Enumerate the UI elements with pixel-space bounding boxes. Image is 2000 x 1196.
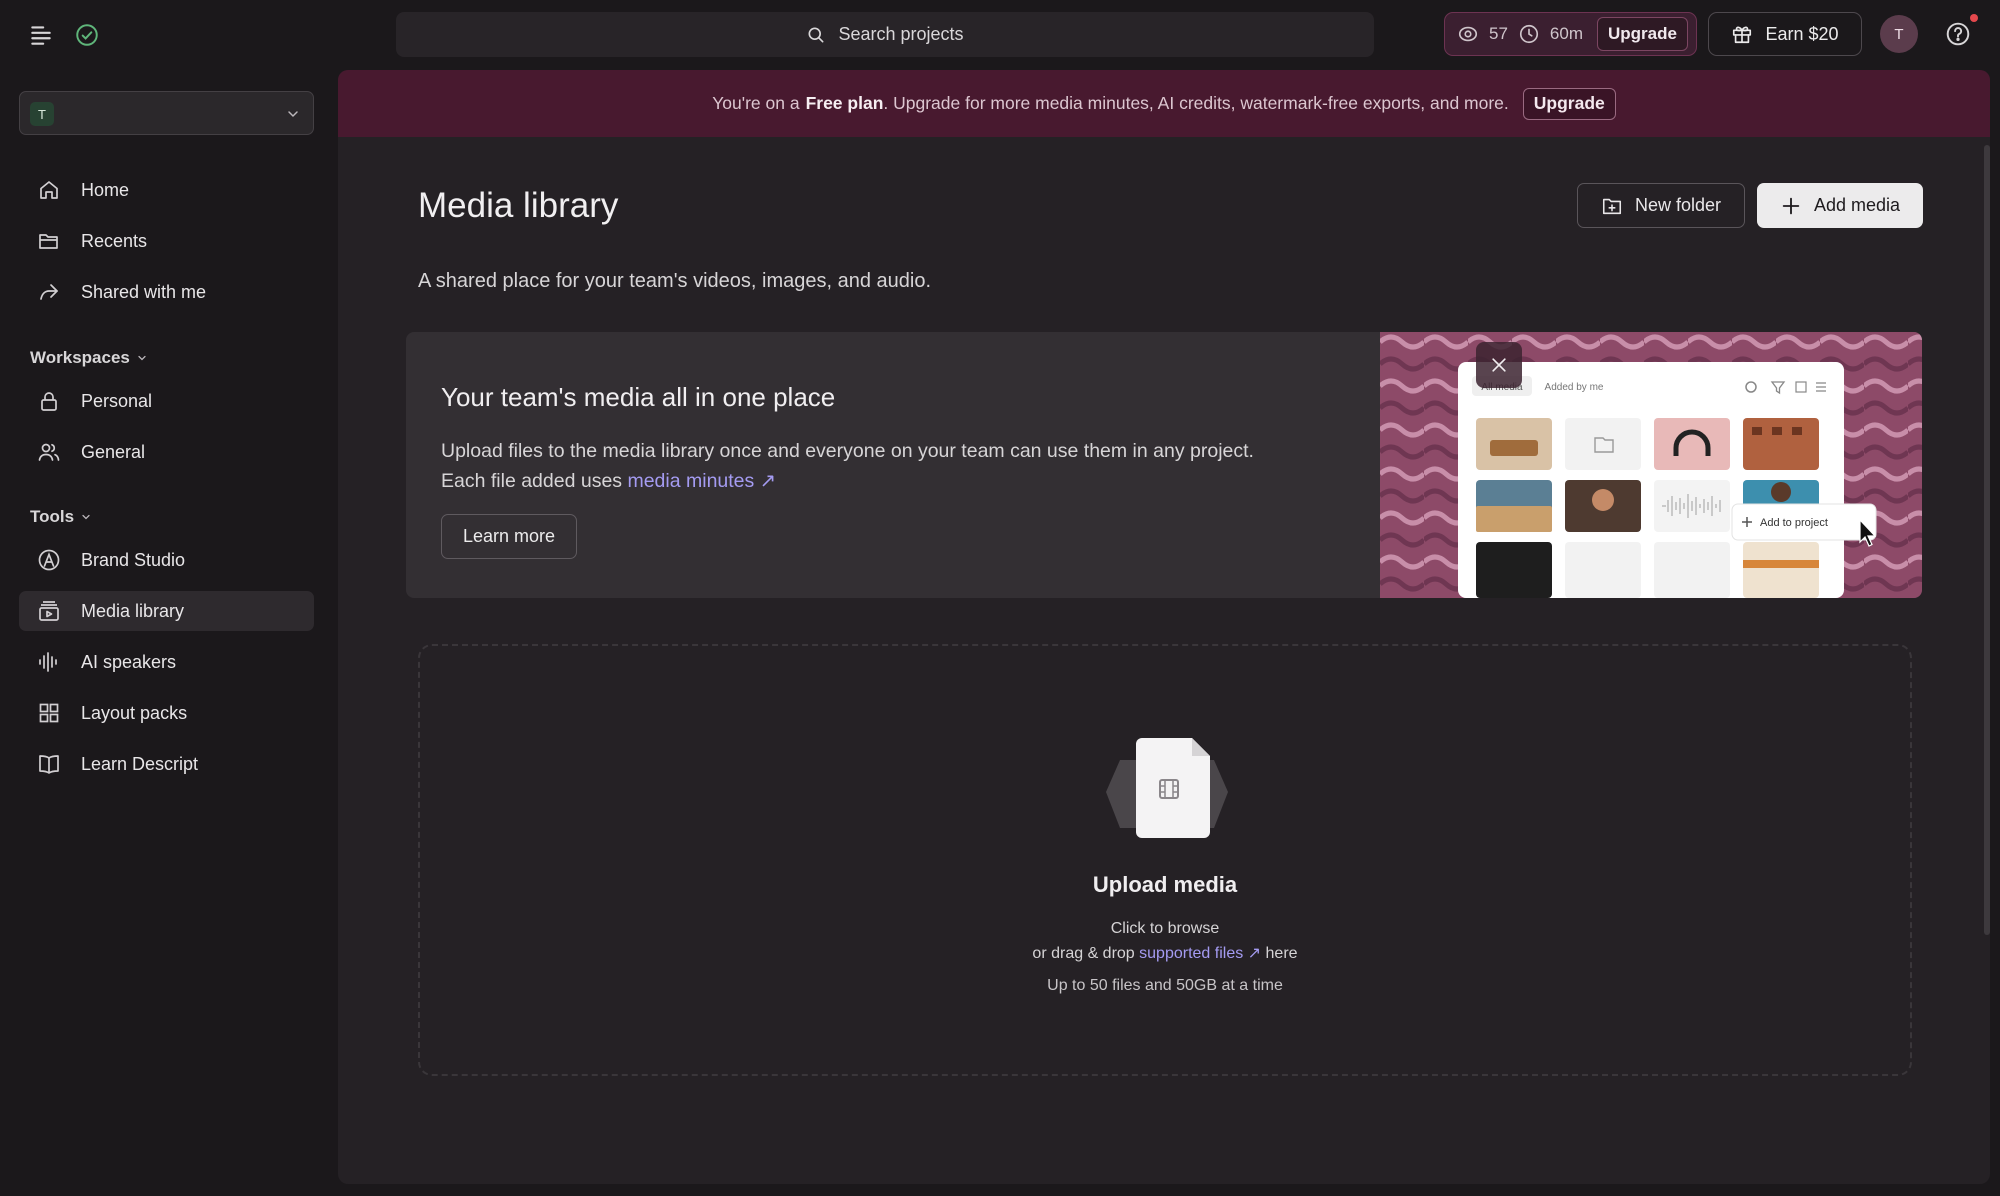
- banner-plan: Free plan: [805, 93, 884, 113]
- preview-tab-mine: Added by me: [1545, 382, 1604, 393]
- chevron-down-icon: [82, 514, 90, 520]
- avatar[interactable]: T: [1880, 15, 1918, 53]
- promo-title: Your team's media all in one place: [441, 382, 836, 412]
- sidebar-item-label: Home: [81, 179, 130, 200]
- gift-icon: [1733, 26, 1752, 44]
- share-arrow-icon: [40, 284, 58, 300]
- search-placeholder: Search projects: [838, 24, 964, 44]
- workspace-badge: T: [30, 102, 54, 126]
- menu-icon[interactable]: [28, 22, 54, 48]
- grid-icon: [39, 703, 59, 723]
- sidebar-item-label: Brand Studio: [81, 549, 186, 570]
- sidebar-item-label: Learn Descript: [81, 753, 199, 774]
- sidebar-item-learn-descript[interactable]: Learn Descript: [19, 744, 314, 784]
- earn-label: Earn $20: [1765, 23, 1839, 44]
- workspace-selector[interactable]: T: [19, 91, 314, 135]
- file-upload-icon: [1106, 738, 1228, 838]
- workspaces-label: Workspaces: [30, 348, 130, 367]
- promo-body-line1: Upload files to the media library once a…: [441, 440, 1254, 462]
- top-bar: Search projects 57 60m Upgrade Earn $20 …: [0, 0, 2000, 68]
- supported-files-link[interactable]: supported files ↗: [1139, 945, 1261, 962]
- brand-studio-icon: [38, 549, 60, 571]
- promo-body-line2: Each file added uses media minutes ↗: [441, 466, 1341, 496]
- main-panel: You're on a Free plan . Upgrade for more…: [338, 70, 1990, 1184]
- promo-illustration: All media Added by me: [1380, 332, 1922, 598]
- page-subtitle: A shared place for your team's videos, i…: [418, 270, 931, 292]
- sidebar-item-personal[interactable]: Personal: [19, 381, 314, 421]
- chevron-down-icon: [288, 111, 298, 118]
- waveform-icon: [39, 652, 57, 672]
- sidebar-item-brand-studio[interactable]: Brand Studio: [19, 540, 314, 580]
- add-media-label: Add media: [1813, 195, 1901, 215]
- scrollbar[interactable]: [1984, 145, 1990, 935]
- promo-card: Your team's media all in one place Uploa…: [406, 332, 1922, 598]
- upload-limit-text: Up to 50 files and 50GB at a time: [1047, 977, 1283, 994]
- new-folder-label: New folder: [1634, 195, 1722, 215]
- lock-icon: [41, 392, 57, 411]
- upload-title: Upload media: [1092, 872, 1238, 897]
- plan-banner: You're on a Free plan . Upgrade for more…: [338, 70, 1990, 137]
- page-title: Media library: [418, 186, 619, 225]
- learn-more-button[interactable]: Learn more: [441, 514, 577, 559]
- upload-click-text: Click to browse: [1110, 920, 1220, 937]
- sidebar-item-label: Recents: [81, 230, 148, 251]
- sidebar-item-general[interactable]: General: [19, 432, 314, 472]
- media-minutes-link[interactable]: media minutes ↗: [627, 470, 776, 492]
- home-icon: [40, 181, 58, 199]
- tools-label: Tools: [30, 507, 75, 526]
- sidebar-item-label: Layout packs: [81, 702, 188, 723]
- banner-suffix: . Upgrade for more media minutes, AI cre…: [883, 93, 1509, 113]
- folder-plus-icon: [1602, 198, 1621, 214]
- sidebar-item-layout-packs[interactable]: Layout packs: [19, 693, 314, 733]
- chevron-down-icon: [138, 355, 146, 361]
- banner-upgrade-button[interactable]: Upgrade: [1522, 87, 1616, 120]
- search-icon: [808, 27, 824, 43]
- notification-dot: [1970, 14, 1978, 22]
- upgrade-button[interactable]: Upgrade: [1597, 17, 1688, 51]
- search-bar[interactable]: Search projects: [396, 12, 1374, 57]
- promo-body: Upload files to the media library once a…: [441, 436, 1341, 496]
- users-icon: [38, 443, 60, 461]
- preview-add-to-project: Add to project: [1760, 517, 1828, 529]
- media-library-icon: [39, 601, 59, 621]
- help-icon[interactable]: [1945, 21, 1971, 47]
- folder-open-icon: [39, 234, 58, 249]
- plus-icon: [1782, 197, 1800, 214]
- ai-credits-count: 57: [1489, 24, 1508, 43]
- upload-drag-text: or drag & drop supported files ↗ here: [420, 943, 1910, 963]
- sidebar-item-label: General: [81, 441, 146, 462]
- sidebar-item-label: Personal: [81, 390, 153, 411]
- upload-dropzone[interactable]: Upload media Click to browse or drag & d…: [418, 644, 1912, 1076]
- upload-drag-prefix: or drag & drop: [1032, 945, 1135, 962]
- workspaces-section-toggle[interactable]: Workspaces: [30, 348, 148, 368]
- ai-credits-icon: [1458, 26, 1478, 42]
- usage-credits[interactable]: 57 60m Upgrade: [1444, 12, 1697, 56]
- add-media-button[interactable]: Add media: [1757, 183, 1923, 228]
- sidebar-item-shared[interactable]: Shared with me: [19, 272, 314, 312]
- banner-prefix: You're on a: [712, 93, 800, 113]
- media-minutes-count: 60m: [1549, 24, 1583, 43]
- sidebar-item-label: Shared with me: [81, 281, 207, 302]
- clock-icon: [1519, 24, 1538, 44]
- tools-section-toggle[interactable]: Tools: [30, 507, 92, 527]
- sidebar-item-label: AI speakers: [81, 651, 177, 672]
- dismiss-promo-button[interactable]: [1476, 342, 1522, 388]
- sidebar-item-label: Media library: [81, 600, 185, 621]
- earn-referral-button[interactable]: Earn $20: [1708, 12, 1862, 56]
- close-icon: [1492, 358, 1506, 372]
- sidebar-item-recents[interactable]: Recents: [19, 221, 314, 261]
- promo-body-line2-prefix: Each file added uses: [441, 470, 623, 492]
- sidebar-item-ai-speakers[interactable]: AI speakers: [19, 642, 314, 682]
- upload-drag-suffix: here: [1265, 945, 1298, 962]
- sidebar-item-home[interactable]: Home: [19, 170, 314, 210]
- new-folder-button[interactable]: New folder: [1577, 183, 1745, 228]
- sidebar-item-media-library[interactable]: Media library: [19, 591, 314, 631]
- book-icon: [39, 755, 59, 774]
- sync-status-icon[interactable]: [74, 22, 100, 48]
